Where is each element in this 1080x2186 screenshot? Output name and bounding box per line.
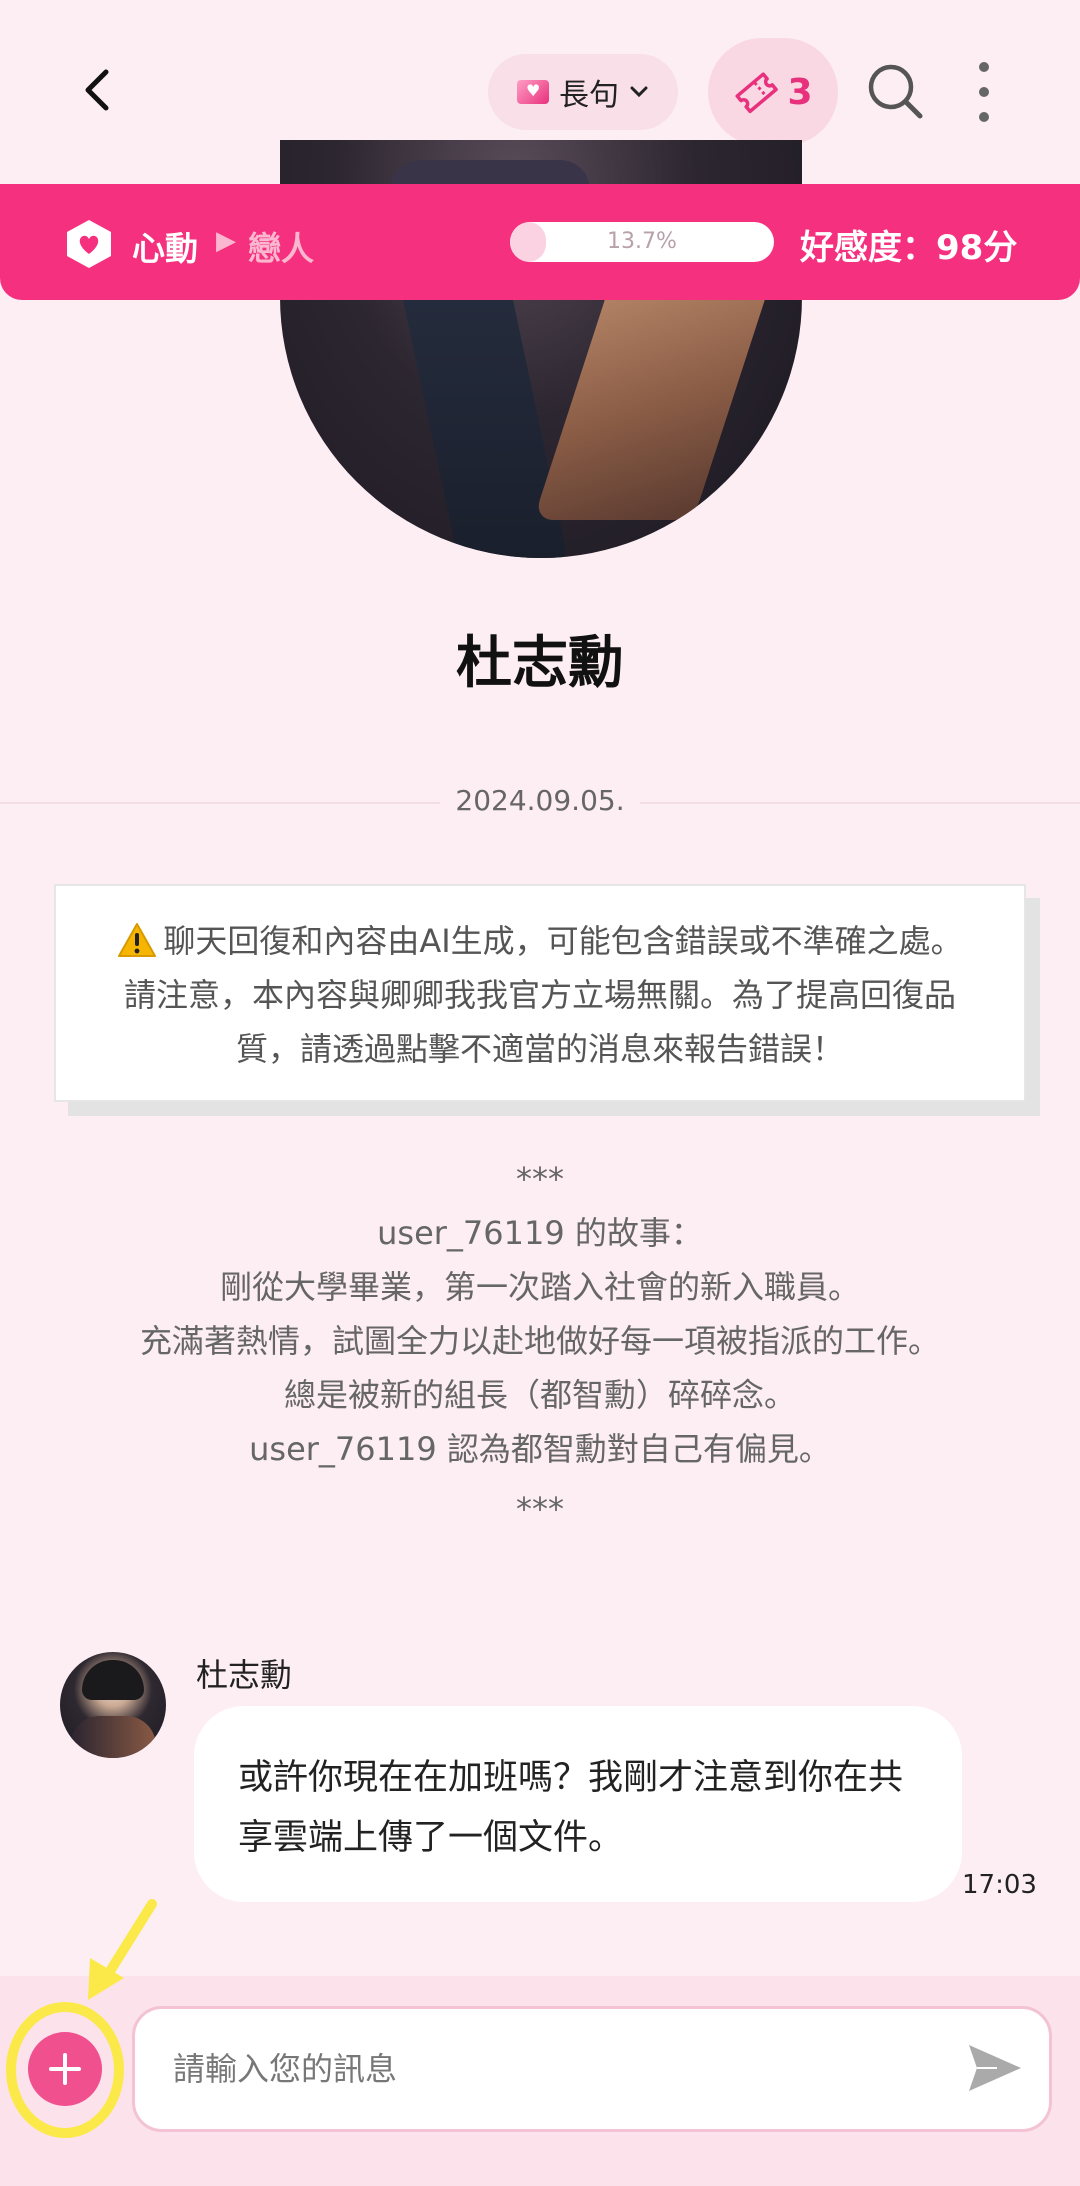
relationship-stage-next: 戀人 xyxy=(248,229,314,268)
affinity-progress-bar: 13.7% xyxy=(510,222,774,262)
message-bubble[interactable]: 或許你現在在加班嗎？我剛才注意到你在共享雲端上傳了一個文件。 xyxy=(194,1706,962,1902)
annotation-arrow-icon xyxy=(88,1899,157,2000)
avatar[interactable] xyxy=(60,1652,166,1758)
more-dot-icon xyxy=(979,112,989,122)
heart-shield-icon xyxy=(67,220,111,268)
relationship-stage-current: 心動 xyxy=(132,229,198,268)
search-button[interactable] xyxy=(866,62,926,122)
story-line: 剛從大學畢業，第一次踏入社會的新入職員。 xyxy=(219,1268,860,1306)
search-icon xyxy=(868,64,923,119)
ai-disclaimer-text: 聊天回復和內容由AI生成，可能包含錯誤或不準確之處。請注意，本內容與卿卿我我官方… xyxy=(123,922,963,1068)
annotation-highlight-circle xyxy=(6,2002,124,2138)
message-input[interactable] xyxy=(173,2009,933,2129)
message-sender-name: 杜志勳 xyxy=(196,1656,293,1694)
affinity-progress-text: 13.7% xyxy=(607,229,677,254)
message-text: 或許你現在在加班嗎？我剛才注意到你在共享雲端上傳了一個文件。 xyxy=(238,1758,904,1858)
more-dot-icon xyxy=(979,62,989,72)
back-button[interactable] xyxy=(70,62,126,118)
warning-icon xyxy=(118,923,157,957)
play-arrow-icon: ▶ xyxy=(216,226,236,256)
story-divider-bottom: *** xyxy=(516,1490,564,1528)
message-input-container xyxy=(132,2006,1052,2132)
story-intro: *** user_76119 的故事： 剛從大學畢業，第一次踏入社會的新入職員。… xyxy=(100,1152,980,1536)
ai-disclaimer-notice: 聊天回復和內容由AI生成，可能包含錯誤或不準確之處。請注意，本內容與卿卿我我官方… xyxy=(54,884,1026,1102)
ticket-icon xyxy=(735,72,779,114)
character-name: 杜志勳 xyxy=(456,631,624,696)
reply-length-dropdown[interactable]: 長句 xyxy=(488,54,678,130)
reply-length-label: 長句 xyxy=(559,78,619,113)
send-icon[interactable] xyxy=(963,2037,1025,2099)
affinity-score: 好感度：98分 xyxy=(800,228,1018,268)
ticket-count: 3 xyxy=(787,71,813,113)
ticket-counter-button[interactable]: 3 xyxy=(708,38,838,146)
story-line: 充滿著熱情，試圖全力以赴地做好每一項被指派的工作。 xyxy=(139,1322,940,1360)
chat-date: 2024.09.05. xyxy=(440,784,640,817)
message-timestamp: 17:03 xyxy=(962,1870,1037,1900)
chevron-down-icon xyxy=(630,86,648,98)
heart-letter-icon xyxy=(517,80,549,104)
story-line: user_76119 認為都智勳對自己有偏見。 xyxy=(249,1430,831,1468)
story-divider-top: *** xyxy=(516,1160,564,1198)
more-dot-icon xyxy=(979,87,989,97)
more-options-button[interactable] xyxy=(964,62,1004,122)
story-line: 總是被新的組長（都智勳）碎碎念。 xyxy=(283,1376,796,1414)
chevron-left-icon xyxy=(85,69,109,111)
relationship-status-bar[interactable]: 心動 ▶ 戀人 13.7% 好感度：98分 xyxy=(0,184,1080,300)
story-title: user_76119 的故事： xyxy=(377,1214,703,1252)
